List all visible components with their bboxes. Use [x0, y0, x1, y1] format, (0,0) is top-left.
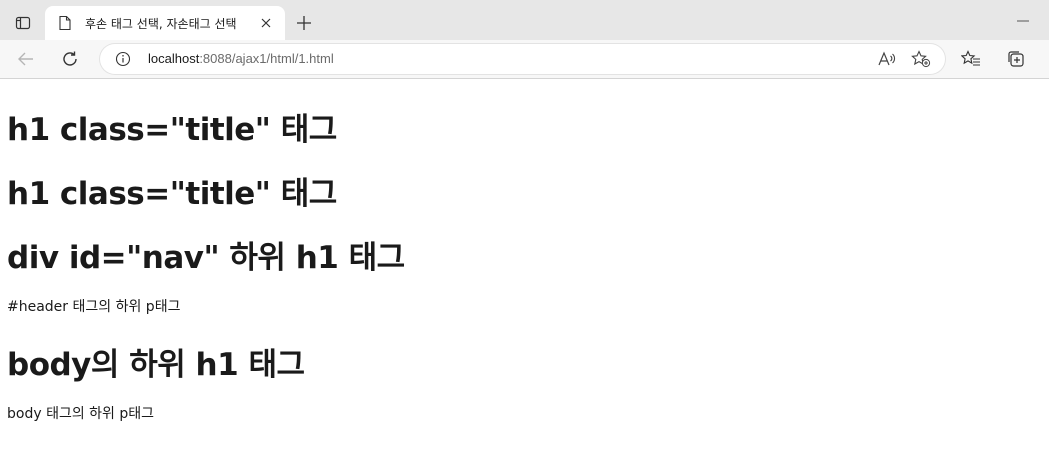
nav-heading: div id="nav" 하위 h1 태그 [7, 240, 405, 276]
favorites-icon[interactable] [957, 45, 985, 73]
url-text[interactable]: localhost:8088/ajax1/html/1.html [148, 51, 334, 66]
tab-actions-icon[interactable] [8, 9, 38, 37]
tab-strip: 후손 태그 선택, 자손태그 선택 [0, 0, 1049, 40]
info-icon[interactable] [114, 50, 132, 68]
address-bar[interactable]: localhost:8088/ajax1/html/1.html [100, 44, 945, 74]
refresh-icon[interactable] [56, 45, 84, 73]
title-heading-2: h1 class="title" 태그 [7, 176, 337, 212]
browser-tab[interactable]: 후손 태그 선택, 자손태그 선택 [45, 6, 285, 40]
body-heading: body의 하위 h1 태그 [7, 347, 305, 383]
star-plus-icon[interactable] [910, 48, 932, 70]
close-icon[interactable] [257, 14, 275, 32]
collections-icon[interactable] [1002, 45, 1030, 73]
url-host: localhost [148, 51, 200, 66]
page-icon [57, 15, 73, 31]
title-heading-1: h1 class="title" 태그 [7, 112, 337, 148]
url-path: :8088/ajax1/html/1.html [199, 51, 334, 66]
tab-title: 후손 태그 선택, 자손태그 선택 [85, 16, 237, 31]
body-paragraph: body 태그의 하위 p태그 [7, 406, 155, 422]
browser-toolbar: localhost:8088/ajax1/html/1.html [0, 40, 1049, 79]
header-paragraph: #header 태그의 하위 p태그 [7, 299, 181, 315]
minimize-icon[interactable] [1011, 12, 1035, 30]
back-arrow-icon[interactable] [12, 45, 40, 73]
plus-icon[interactable] [292, 11, 316, 35]
read-aloud-icon[interactable] [876, 48, 898, 70]
